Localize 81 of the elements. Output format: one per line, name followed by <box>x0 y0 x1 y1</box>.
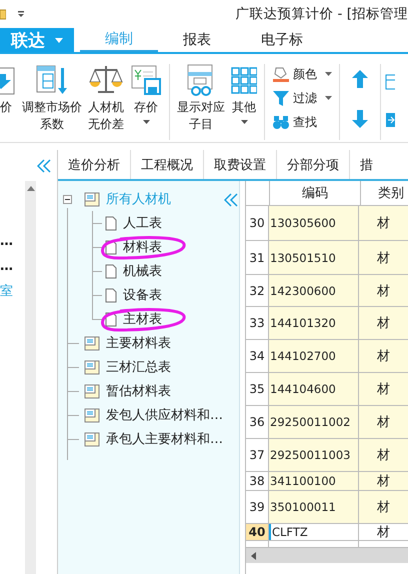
ribbon-button[interactable]: 过滤 <box>272 88 332 108</box>
ribbon-button[interactable]: 价 <box>0 64 19 116</box>
tree-item[interactable]: 三材汇总表 <box>106 358 171 376</box>
table-cell: 材 <box>359 241 408 274</box>
table-cell: 29250011002 <box>269 406 359 438</box>
view-tab[interactable]: 造价分析 <box>58 150 131 179</box>
report-icon <box>84 408 100 422</box>
view-tab[interactable]: 措 <box>350 150 373 179</box>
collapse-node-icon[interactable] <box>63 194 72 204</box>
table-cell: 350100011 <box>269 491 359 523</box>
window-title: 广联达预算计价 - [招标管理 <box>235 5 408 23</box>
tree-item[interactable]: 发包人供应材料和… <box>106 406 223 424</box>
ribbon-tab[interactable]: 电子标 <box>236 28 328 52</box>
table-cell: 材 <box>359 472 408 490</box>
table-cell: 材 <box>359 275 408 306</box>
export-icon[interactable] <box>385 112 395 128</box>
ribbon-button[interactable]: 调整市场价 系数 <box>19 64 85 133</box>
arrow-up-icon <box>352 70 368 88</box>
table-cell: 144104600 <box>269 373 359 405</box>
scroll-left-icon <box>251 552 256 560</box>
table-cell: 130305600 <box>269 206 359 240</box>
table-cell: 材 <box>359 406 408 438</box>
tree-item[interactable]: 设备表 <box>123 286 162 304</box>
row-number[interactable]: 40 <box>246 524 269 540</box>
customize-icon[interactable] <box>17 10 25 18</box>
collapse-icon[interactable] <box>224 193 238 207</box>
caret-icon <box>55 38 63 42</box>
page-icon <box>105 288 117 302</box>
ribbon-button[interactable]: 人材机 无价差 <box>85 64 127 133</box>
ribbon-button[interactable]: 存价 <box>127 64 165 124</box>
column-header[interactable]: 编码 <box>270 181 361 205</box>
report-icon <box>84 360 100 374</box>
tree-item[interactable]: 暂估材料表 <box>106 382 171 400</box>
table-cell: 材 <box>359 373 408 405</box>
ribbon-button[interactable]: 查找 <box>272 112 332 132</box>
table-cell: 341100100 <box>269 472 359 490</box>
view-tab[interactable]: 分部分项 <box>277 150 350 179</box>
table-cell: 材 <box>359 439 408 471</box>
table-cell: 144101320 <box>269 307 359 339</box>
ribbon-button[interactable]: 其他 <box>228 64 260 124</box>
table-cell: 材 <box>359 206 408 240</box>
scrollbar[interactable] <box>25 181 36 574</box>
ribbon-tab[interactable]: 报表 <box>158 28 236 52</box>
scales-icon <box>89 64 123 96</box>
table-arrow-icon <box>35 64 69 96</box>
tree-item[interactable]: 主材表 <box>123 310 162 328</box>
binoculars-icon <box>272 113 290 131</box>
table-cell: 144102700 <box>269 340 359 372</box>
table-cell: 130501510 <box>269 241 359 274</box>
report-icon <box>84 192 100 206</box>
price-save-icon <box>130 64 162 96</box>
ribbon-button[interactable]: 颜色 <box>272 64 332 84</box>
page-icon <box>105 264 117 278</box>
table-cell: 142300600 <box>269 275 359 306</box>
report-icon <box>84 384 100 398</box>
tree-item[interactable]: 机械表 <box>123 262 162 280</box>
tree-item[interactable]: 承包人主要材料和… <box>106 430 223 448</box>
sidebar-item[interactable]: … <box>0 257 25 276</box>
table-cell: 材 <box>359 491 408 523</box>
report-icon <box>84 336 100 350</box>
collapse-icon[interactable] <box>37 158 51 172</box>
view-tab[interactable]: 工程概况 <box>131 150 204 179</box>
page-icon <box>105 216 117 230</box>
tree-item[interactable]: 材料表 <box>123 238 162 256</box>
folder-icon[interactable] <box>0 8 6 20</box>
table-cell: 材 <box>359 307 408 339</box>
sidebar-item[interactable]: … <box>0 232 25 251</box>
tree-item[interactable]: 人工表 <box>123 214 162 232</box>
table-cell: CLFTZ <box>269 524 359 540</box>
column-header[interactable]: 类别 <box>361 181 408 205</box>
view-tab[interactable]: 取费设置 <box>204 150 277 179</box>
tree-item[interactable]: 主要材料表 <box>106 334 171 352</box>
scrollbar[interactable] <box>246 548 408 563</box>
scroll-up-icon <box>26 186 34 191</box>
table-cell: 29250011003 <box>269 439 359 471</box>
table-cell: 材 <box>359 340 408 372</box>
filter-icon <box>272 89 290 107</box>
report-icon <box>84 432 100 446</box>
ribbon-button[interactable]: 显示对应 子目 <box>174 64 228 133</box>
paint-bucket-icon <box>272 65 290 83</box>
arrow-down-icon <box>352 110 368 128</box>
